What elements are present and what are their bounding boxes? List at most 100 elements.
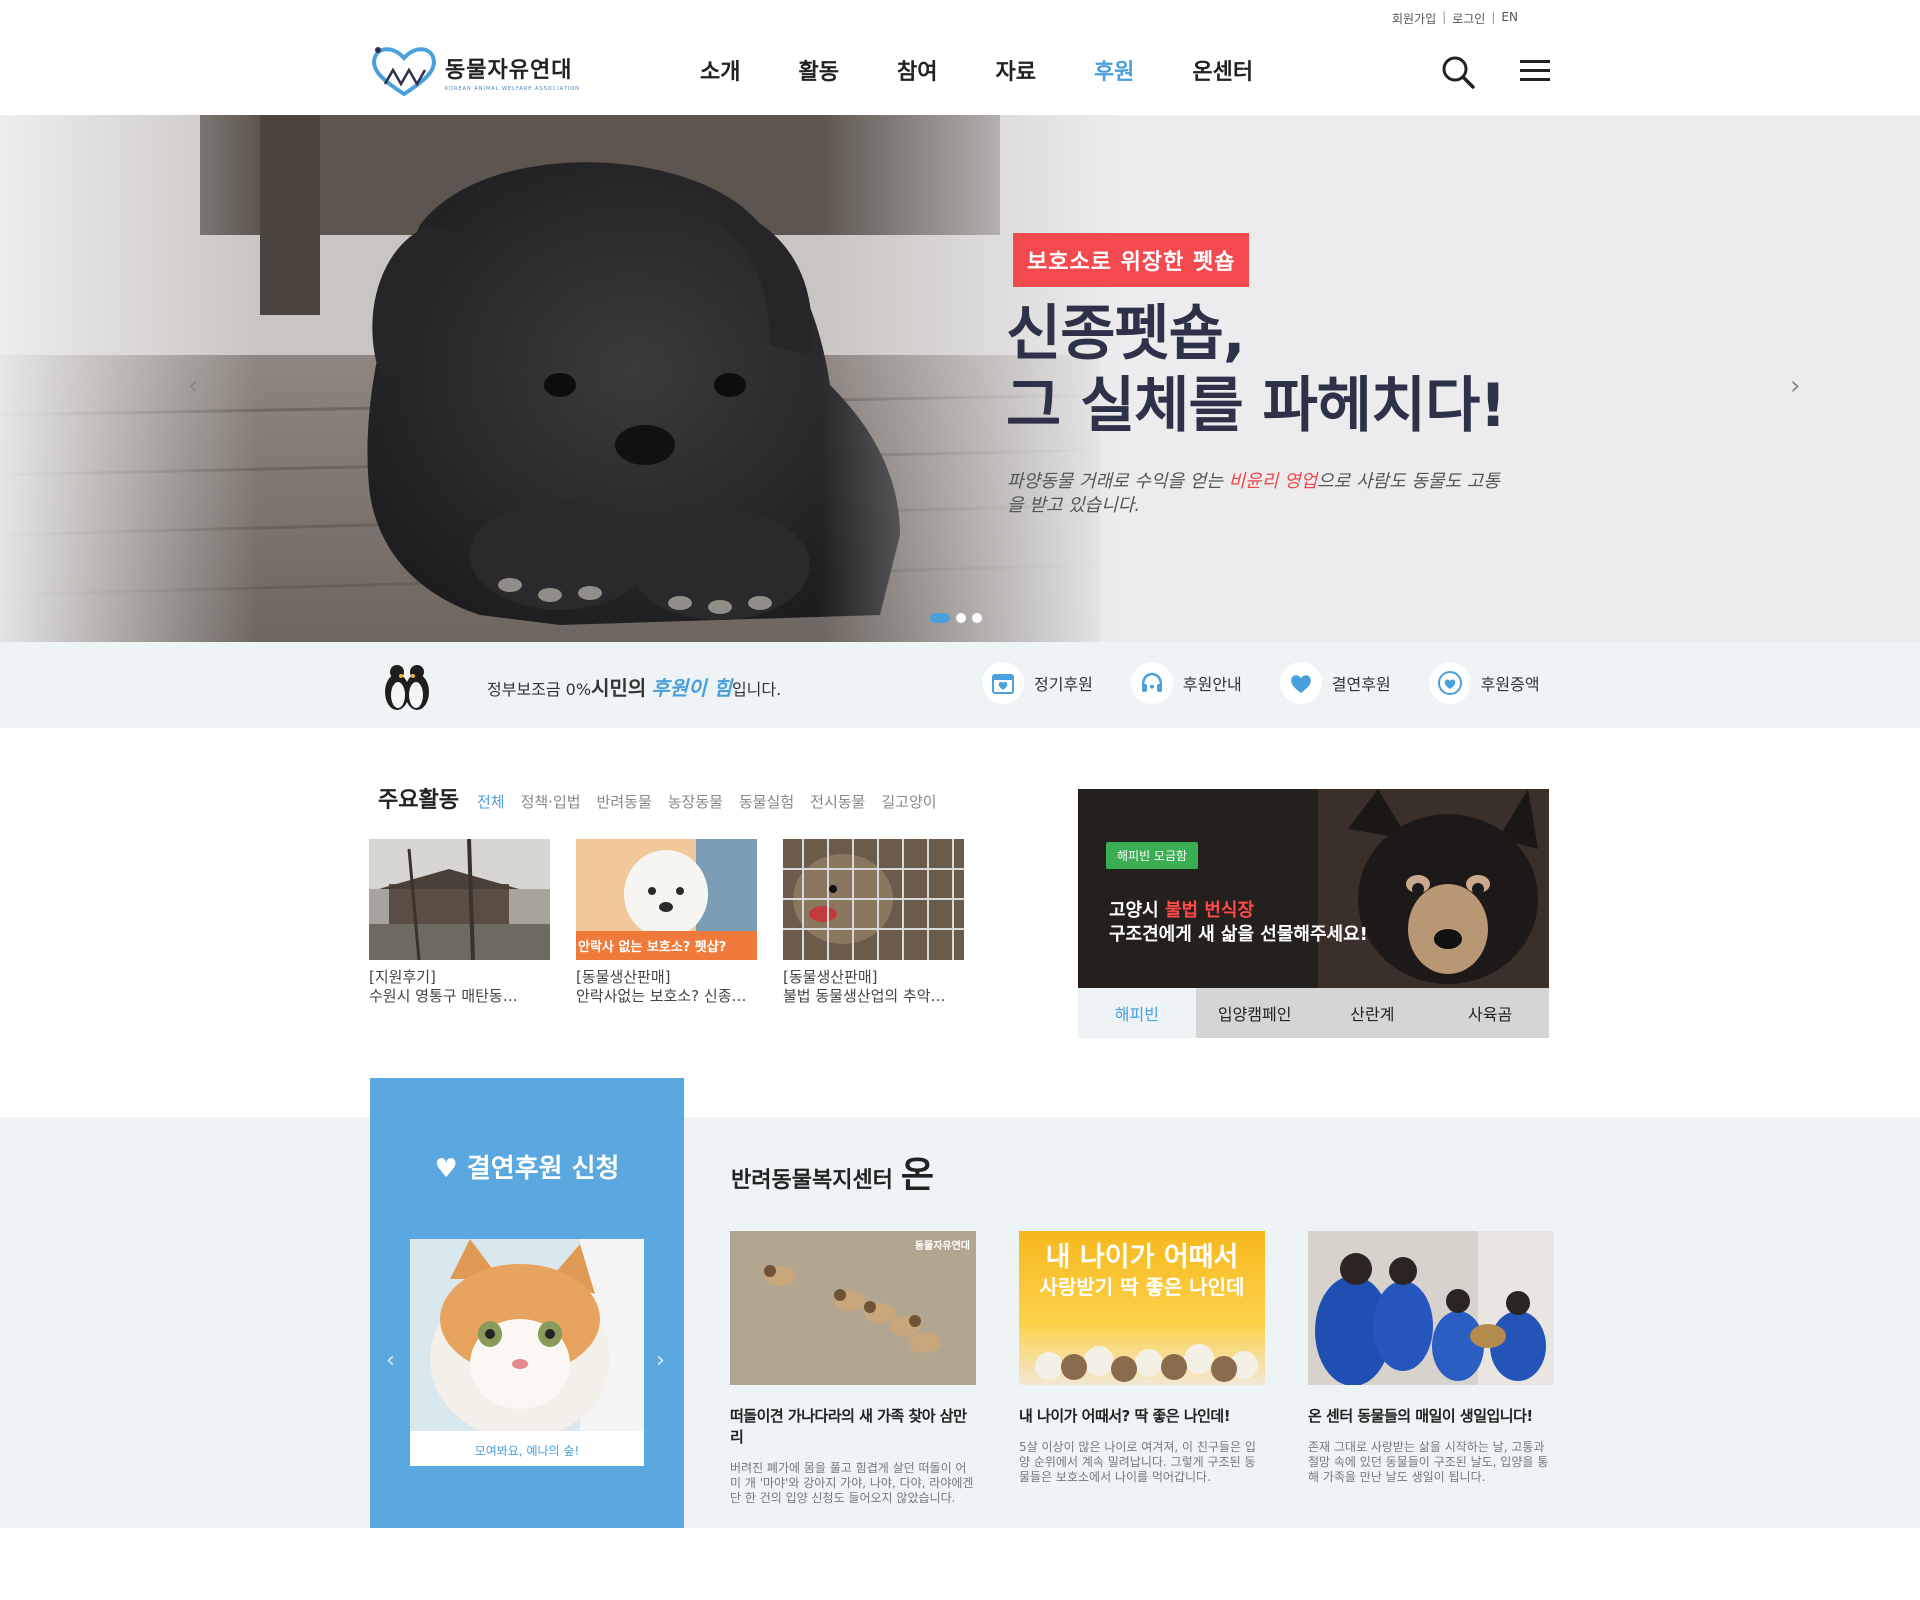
support-links: 정기후원 후원안내 결연후원 후원증액 xyxy=(982,662,1578,704)
utility-links: 회원가입 | 로그인 | EN xyxy=(1392,10,1518,27)
activity-card[interactable]: [동물생산판매] 불법 동물생산업의 추악… xyxy=(783,839,964,1006)
hero-prev-arrow-icon[interactable]: ‹ xyxy=(188,371,198,401)
divider: | xyxy=(1442,10,1447,24)
activity-category: [지원후기] xyxy=(369,968,436,986)
slogan-text: 입니다. xyxy=(731,680,782,699)
activity-title: 수원시 영통구 매탄동… xyxy=(369,987,518,1005)
activity-tab-exhibit[interactable]: 전시동물 xyxy=(810,791,865,812)
slide-dot-3[interactable] xyxy=(972,613,982,623)
activity-category: [동물생산판매] xyxy=(783,968,878,986)
hero-title-line2: 그 실체를 파헤치다! xyxy=(1006,371,1507,441)
logo-subtitle: KOREAN ANIMAL WELFARE ASSOCIATION xyxy=(445,86,580,92)
activity-tab-experiment[interactable]: 동물실험 xyxy=(739,791,794,812)
activities-list: [지원후기] 수원시 영통구 매탄동… 안락사 없는 보호소? 펫샵? [동물생… xyxy=(369,839,990,1006)
activity-text: [지원후기] 수원시 영통구 매탄동… xyxy=(369,968,550,1006)
slide-dot-2[interactable] xyxy=(956,613,966,623)
happybean-headline: 고양시 불법 번식장 xyxy=(1109,896,1254,922)
support-bar: 정부보조금 0%시민의 후원이 힘입니다. 정기후원 후원안내 결연후원 후원증… xyxy=(0,642,1920,728)
hero-title-line1: 신종펫숍, xyxy=(1006,299,1246,369)
language-link[interactable]: EN xyxy=(1501,10,1518,27)
happybean-badge: 해피빈 모금함 xyxy=(1106,842,1199,869)
on-center-card[interactable]: 내 나이가 어때서 사랑받기 딱 좋은 나인데 내 나이가 어때서? 딱 좋은 … xyxy=(1019,1231,1265,1506)
tab-laying-hens[interactable]: 산란계 xyxy=(1314,988,1432,1038)
activity-title: 안락사없는 보호소? 신종… xyxy=(576,987,747,1005)
headset-icon xyxy=(1130,662,1173,704)
hamburger-menu-icon[interactable] xyxy=(1518,57,1552,85)
support-link-increase[interactable]: 후원증액 xyxy=(1428,662,1540,704)
site-logo[interactable]: 동물자유연대 KOREAN ANIMAL WELFARE ASSOCIATION xyxy=(369,44,580,100)
activity-thumbnail: 안락사 없는 보호소? 펫샵? xyxy=(576,839,757,960)
login-link[interactable]: 로그인 xyxy=(1452,10,1485,27)
on-center-title-text: 반려동물복지센터 xyxy=(731,1168,893,1193)
join-link[interactable]: 회원가입 xyxy=(1392,10,1436,27)
slogan-emphasis: 시민의 xyxy=(591,676,647,700)
nav-item-intro[interactable]: 소개 xyxy=(700,54,740,86)
logo-heart-icon xyxy=(372,47,436,97)
happybean-subline: 구조견에게 새 삶을 선물해주세요! xyxy=(1109,924,1368,945)
sponsorship-cat-image xyxy=(410,1239,644,1431)
activity-tab-policy[interactable]: 정책·입법 xyxy=(521,791,581,812)
nav-item-participate[interactable]: 참여 xyxy=(897,54,937,86)
on-center-card-description: 버려진 폐가에 몸을 풀고 힘겹게 살던 떠돌이 어미 개 '마야'와 강아지 … xyxy=(730,1461,974,1505)
sponsorship-next-arrow-icon[interactable]: › xyxy=(656,1348,665,1373)
sponsorship-prev-arrow-icon[interactable]: ‹ xyxy=(386,1348,395,1373)
slogan-emphasis-blue: 후원이 힘 xyxy=(651,676,732,700)
on-center-card-description: 존재 그대로 사랑받는 삶을 시작하는 날, 고통과 절망 속에 있던 동물들이… xyxy=(1308,1440,1549,1484)
hero-desc-text: 파양동물 거래로 수익을 얻는 xyxy=(1007,471,1229,492)
tab-happybean[interactable]: 해피빈 xyxy=(1078,988,1196,1038)
activity-tab-farm[interactable]: 농장동물 xyxy=(668,791,723,812)
nav-item-activity[interactable]: 활동 xyxy=(798,54,838,86)
activity-thumbnail xyxy=(369,839,550,960)
on-center-thumbnail: 내 나이가 어때서 사랑받기 딱 좋은 나인데 xyxy=(1019,1231,1265,1385)
sponsorship-title[interactable]: ♥ 결연후원 신청 xyxy=(370,1148,684,1185)
on-center-title-big: 온 xyxy=(900,1155,935,1196)
on-center-title: 반려동물복지센터 온 xyxy=(731,1146,934,1198)
activity-tab-stray-cat[interactable]: 길고양이 xyxy=(881,791,936,812)
slide-indicator xyxy=(930,613,982,623)
nav-item-on-center[interactable]: 온센터 xyxy=(1192,54,1253,86)
sponsorship-panel: ♥ 결연후원 신청 모여봐요, 예나의 숲! ‹ › xyxy=(370,1078,684,1528)
hero-desc-highlight: 비윤리 영업 xyxy=(1228,471,1318,492)
activity-tab-all[interactable]: 전체 xyxy=(477,791,505,812)
tab-adoption-campaign[interactable]: 입양캠페인 xyxy=(1196,988,1314,1038)
activity-tab-companion[interactable]: 반려동물 xyxy=(597,791,652,812)
on-center-card-description: 5살 이상이 많은 나이로 여겨져, 이 친구들은 입양 순위에서 계속 밀려납… xyxy=(1019,1440,1256,1484)
activity-text: [동물생산판매] 안락사없는 보호소? 신종… xyxy=(576,968,757,1006)
hero-dog-image xyxy=(0,115,1920,642)
slide-dot-1[interactable] xyxy=(930,613,950,623)
support-slogan: 정부보조금 0%시민의 후원이 힘입니다. xyxy=(487,672,781,701)
happybean-headline-highlight: 불법 번식장 xyxy=(1164,900,1255,921)
activities-header: 주요활동 전체 정책·입법 반려동물 농장동물 동물실험 전시동물 길고양이 xyxy=(378,782,953,814)
support-link-label: 후원증액 xyxy=(1480,675,1540,694)
sponsorship-caption: 모여봐요, 예나의 숲! xyxy=(474,1444,580,1458)
nav-item-support[interactable]: 후원 xyxy=(1094,54,1134,86)
on-center-thumbnail xyxy=(1308,1231,1554,1385)
hero-description: 파양동물 거래로 수익을 얻는 비윤리 영업으로 사람도 동물도 고통을 받고 … xyxy=(1007,470,1507,518)
thumbnail-banner-line2: 사랑받기 딱 좋은 나인데 xyxy=(1039,1275,1245,1299)
activity-thumbnail xyxy=(783,839,964,960)
support-link-regular[interactable]: 정기후원 xyxy=(982,662,1093,704)
thumbnail-banner-line1: 내 나이가 어때서 xyxy=(1045,1242,1239,1273)
hero-title: 신종펫숍, 그 실체를 파헤치다! xyxy=(1006,298,1507,442)
nav-item-resources[interactable]: 자료 xyxy=(995,54,1035,86)
happybean-box: 해피빈 모금함 고양시 불법 번식장 구조견에게 새 삶을 선물해주세요! 해피… xyxy=(1078,789,1549,1038)
activity-title: 불법 동물생산업의 추악… xyxy=(783,987,946,1005)
thumbnail-watermark: 동물자유연대 xyxy=(914,1241,970,1252)
support-link-guide[interactable]: 후원안내 xyxy=(1130,662,1242,704)
activity-card[interactable]: [지원후기] 수원시 영통구 매탄동… xyxy=(369,839,550,1006)
heart-circle-icon xyxy=(1428,662,1471,704)
hero-next-arrow-icon[interactable]: › xyxy=(1790,371,1800,401)
on-center-card[interactable]: 동물자유연대 떠돌이견 가나다라의 새 가족 찾아 삼만리 버려진 폐가에 몸을… xyxy=(730,1231,976,1506)
happybean-banner[interactable]: 해피빈 모금함 고양시 불법 번식장 구조견에게 새 삶을 선물해주세요! xyxy=(1078,789,1549,988)
support-link-sponsorship[interactable]: 결연후원 xyxy=(1279,662,1391,704)
search-icon[interactable] xyxy=(1440,54,1476,90)
sponsorship-card[interactable]: 모여봐요, 예나의 숲! xyxy=(410,1239,644,1466)
tab-farmed-bears[interactable]: 사육곰 xyxy=(1431,988,1549,1038)
support-link-label: 후원안내 xyxy=(1182,675,1242,694)
activity-card[interactable]: 안락사 없는 보호소? 펫샵? [동물생산판매] 안락사없는 보호소? 신종… xyxy=(576,839,757,1006)
hero-banner: 보호소로 위장한 펫숍 신종펫숍, 그 실체를 파헤치다! 파양동물 거래로 수… xyxy=(0,115,1920,642)
on-center-card[interactable]: 온 센터 동물들의 매일이 생일입니다! 존재 그대로 사랑받는 삶을 시작하는… xyxy=(1308,1231,1554,1506)
slogan-text: 정부보조금 0% xyxy=(487,680,592,699)
activity-category: [동물생산판매] xyxy=(576,968,671,986)
support-link-label: 정기후원 xyxy=(1034,675,1093,694)
